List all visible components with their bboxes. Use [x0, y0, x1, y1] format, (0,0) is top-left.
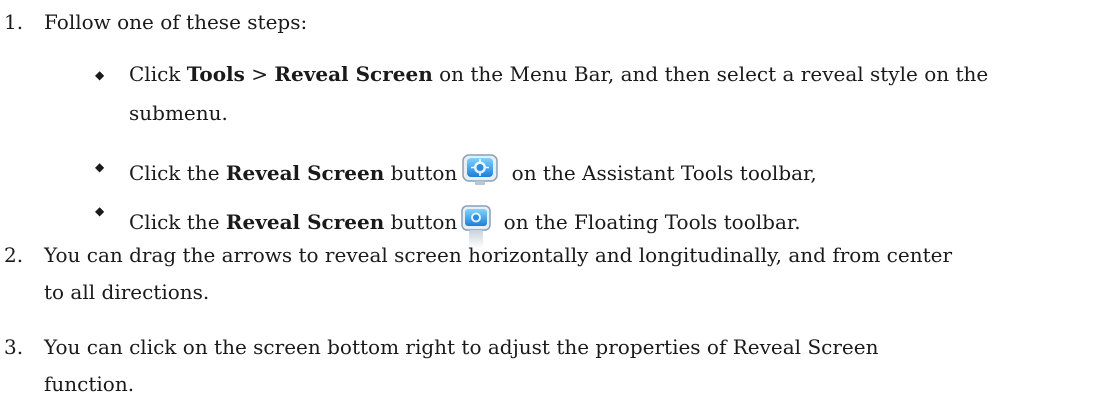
- substep-text: on the Assistant Tools toolbar,: [505, 161, 817, 185]
- monitor-reveal-icon: [461, 151, 499, 192]
- button-name-reveal-screen: Reveal Screen: [225, 210, 385, 234]
- step-number: 3.: [4, 335, 24, 359]
- step-text-continuation: to all directions.: [44, 280, 210, 304]
- bullet-icon: ◆: [95, 68, 105, 82]
- substep-text: Click the: [129, 161, 226, 185]
- substep-text: button: [384, 161, 458, 185]
- bullet-icon: ◆: [95, 204, 105, 218]
- step-text-continuation: function.: [44, 372, 135, 396]
- step-text: You can drag the arrows to reveal screen…: [44, 243, 953, 267]
- step-text: Follow one of these steps:: [44, 10, 308, 34]
- menu-name-tools: Tools: [186, 62, 245, 86]
- step-number: 2.: [4, 243, 24, 267]
- substep-text: Click the: [129, 210, 226, 234]
- step-text: You can click on the screen bottom right…: [44, 335, 879, 359]
- substep-text: button: [384, 210, 458, 234]
- menu-name-reveal-screen: Reveal Screen: [274, 62, 433, 86]
- bullet-icon: ◆: [95, 160, 105, 174]
- substep-continuation: submenu.: [129, 101, 228, 125]
- menu-separator: >: [244, 62, 275, 86]
- step-number: 1.: [4, 10, 24, 34]
- button-name-reveal-screen: Reveal Screen: [225, 161, 385, 185]
- substep-text: on the Floating Tools toolbar.: [497, 210, 801, 234]
- substep-text: Click: [129, 62, 187, 86]
- substep-text: on the Menu Bar, and then select a revea…: [432, 62, 989, 86]
- substep-line: Click the Reveal Screen button on the As…: [129, 154, 817, 195]
- substep-line: Click Tools > Reveal Screen on the Menu …: [129, 62, 988, 86]
- substep-line: Click the Reveal Screen button on the Fl…: [129, 198, 801, 249]
- help-document: 1. Follow one of these steps: ◆ Click To…: [0, 0, 1115, 419]
